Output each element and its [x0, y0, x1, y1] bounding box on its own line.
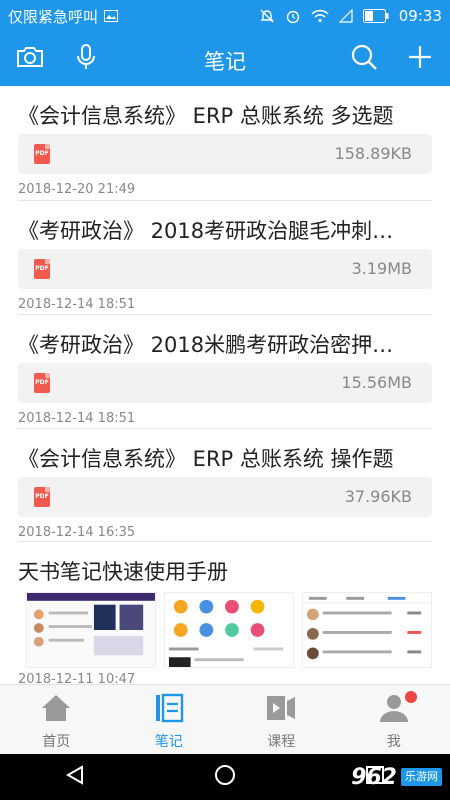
- thumbnail-image[interactable]: [26, 592, 156, 668]
- note-date: 2018-12-14 18:51: [18, 411, 136, 426]
- thumbnail-image[interactable]: [164, 592, 294, 668]
- note-date: 2018-12-20 21:49: [18, 182, 136, 197]
- attachment-size: 158.89KB: [334, 144, 412, 163]
- add-note-button[interactable]: [396, 32, 444, 86]
- course-icon: [265, 693, 297, 727]
- app-header: 笔记: [0, 32, 450, 86]
- camera-icon: [16, 45, 44, 73]
- notification-badge: [405, 691, 417, 703]
- attachment-size: 15.56MB: [341, 373, 412, 392]
- attachment[interactable]: PDF 3.19MB: [18, 249, 432, 289]
- tab-profile[interactable]: 我: [338, 685, 450, 754]
- note-title: 《会计信息系统》 ERP 总账系统 操作题: [18, 447, 394, 471]
- note-title: 《会计信息系统》 ERP 总账系统 多选题: [18, 104, 394, 128]
- note-date: 2018-12-11 10:47: [18, 672, 136, 684]
- home-icon: [40, 693, 72, 727]
- carrier-text: 仅限紧急呼叫: [8, 7, 99, 26]
- watermark: 962 乐游网: [351, 754, 442, 800]
- home-circle-icon: [213, 763, 237, 791]
- tab-label: 课程: [267, 734, 296, 750]
- tab-label: 我: [386, 734, 401, 750]
- notes-list: 《会计信息系统》 ERP 总账系统 多选题 PDF 158.89KB 2018-…: [0, 86, 450, 684]
- tab-label: 笔记: [154, 734, 183, 750]
- image-notification-icon: [104, 10, 119, 22]
- attachment-size: 3.19MB: [351, 259, 412, 278]
- tab-home[interactable]: 首页: [0, 685, 113, 754]
- note-title: 《考研政治》 2018考研政治腿毛冲刺…: [18, 219, 394, 243]
- note-title: 《考研政治》 2018米鹏考研政治密押…: [18, 333, 394, 357]
- alarm-icon: [285, 8, 301, 24]
- thumbnail-strip: [26, 592, 432, 668]
- back-triangle-icon: [64, 764, 86, 790]
- camera-button[interactable]: [6, 32, 54, 86]
- note-item[interactable]: 《考研政治》 2018考研政治腿毛冲刺… PDF 3.19MB 2018-12-…: [0, 201, 450, 315]
- note-date: 2018-12-14 16:35: [18, 525, 136, 540]
- back-button[interactable]: [45, 754, 105, 800]
- attachment[interactable]: PDF 37.96KB: [18, 477, 432, 517]
- wifi-icon: [311, 9, 329, 23]
- pdf-file-icon: PDF: [34, 373, 50, 393]
- pdf-file-icon: PDF: [34, 259, 50, 279]
- watermark-site: 乐游网: [401, 768, 442, 786]
- home-button[interactable]: [195, 754, 255, 800]
- signal-icon: [338, 9, 353, 23]
- bottom-tab-bar: 首页 笔记 课程 我: [0, 684, 450, 754]
- watermark-number: 962: [351, 764, 397, 790]
- attachment-size: 37.96KB: [344, 487, 412, 506]
- search-button[interactable]: [340, 32, 388, 86]
- clock-text: 09:33: [398, 7, 442, 25]
- thumbnail-image[interactable]: [302, 592, 432, 668]
- note-title: 天书笔记快速使用手册: [18, 560, 228, 584]
- note-item[interactable]: 《会计信息系统》 ERP 总账系统 多选题 PDF 158.89KB 2018-…: [0, 86, 450, 201]
- note-item[interactable]: 《考研政治》 2018米鹏考研政治密押… PDF 15.56MB 2018-12…: [0, 315, 450, 429]
- attachment[interactable]: PDF 15.56MB: [18, 363, 432, 403]
- tab-notes[interactable]: 笔记: [113, 685, 226, 754]
- tab-label: 首页: [42, 734, 71, 750]
- microphone-icon: [76, 43, 96, 75]
- tab-courses[interactable]: 课程: [225, 685, 338, 754]
- note-item[interactable]: 天书笔记快速使用手册 2018-12-11 10:47: [0, 542, 450, 684]
- battery-icon: [362, 9, 389, 23]
- mute-icon: [259, 8, 275, 24]
- search-icon: [350, 43, 378, 75]
- plus-icon: [407, 44, 433, 74]
- note-item[interactable]: 《会计信息系统》 ERP 总账系统 操作题 PDF 37.96KB 2018-1…: [0, 429, 450, 542]
- note-date: 2018-12-14 18:51: [18, 297, 136, 312]
- attachment[interactable]: PDF 158.89KB: [18, 134, 432, 174]
- pdf-file-icon: PDF: [34, 487, 50, 507]
- status-bar: 仅限紧急呼叫 09:33: [0, 0, 450, 32]
- notes-icon: [154, 693, 184, 727]
- pdf-file-icon: PDF: [34, 144, 50, 164]
- voice-button[interactable]: [62, 32, 110, 86]
